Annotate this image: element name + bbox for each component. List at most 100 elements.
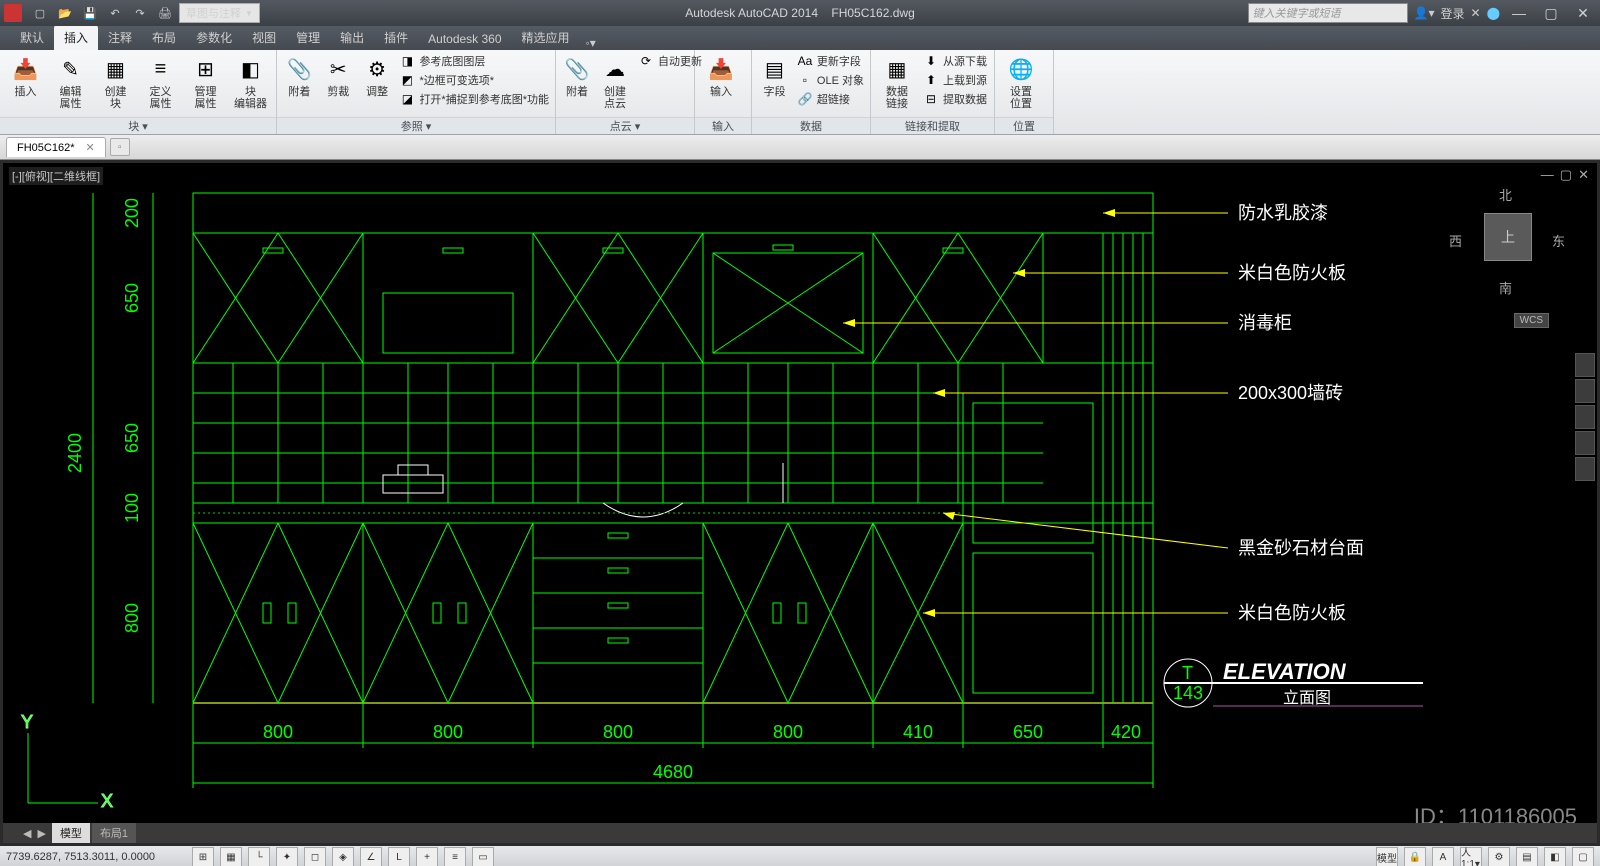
tab-parametric[interactable]: 参数化	[186, 25, 242, 50]
status-snap-icon[interactable]: ⊞	[192, 847, 214, 866]
ribbon-expand-icon[interactable]: ◦▾	[586, 36, 596, 50]
underlay-layers-button[interactable]: ◨参考底图图层	[397, 52, 551, 70]
insert-block-button[interactable]: 📥插入	[4, 52, 47, 100]
snap-underlay-button[interactable]: ◪打开*捕捉到参考底图*功能	[397, 90, 551, 108]
status-3dosnap-icon[interactable]: ◈	[332, 847, 354, 866]
login-button[interactable]: 登录	[1440, 5, 1464, 22]
nav-orbit-icon[interactable]	[1575, 431, 1595, 455]
panel-linking-title[interactable]: 链接和提取	[871, 117, 994, 134]
status-annoscale-icon[interactable]: 🔒	[1404, 847, 1426, 866]
compass-e[interactable]: 东	[1552, 231, 1565, 250]
status-hw-icon[interactable]: ▤	[1516, 847, 1538, 866]
infocenter-icon[interactable]: 👤▾	[1414, 6, 1435, 20]
status-grid-icon[interactable]: ▦	[220, 847, 242, 866]
layout-prev-icon[interactable]: ◀	[23, 827, 31, 840]
tab-output[interactable]: 输出	[330, 25, 374, 50]
exchange-icon[interactable]: ✕	[1471, 6, 1481, 20]
status-osnap-icon[interactable]: ◻	[304, 847, 326, 866]
autoupdate-button[interactable]: ⟳自动更新	[636, 52, 704, 70]
tab-annotate[interactable]: 注释	[98, 25, 142, 50]
coordinates[interactable]: 7739.6287, 7513.3011, 0.0000	[6, 851, 186, 863]
status-iso-icon[interactable]: ◧	[1544, 847, 1566, 866]
setloc-button[interactable]: 🌐设置 位置	[999, 52, 1043, 112]
ole-button[interactable]: ▫OLE 对象	[795, 71, 866, 89]
layout1-tab[interactable]: 布局1	[92, 823, 136, 843]
panel-reference-title[interactable]: 参照 ▾	[277, 117, 555, 134]
qat-save-icon[interactable]: 💾	[79, 4, 101, 22]
block-editor-button[interactable]: ◧块 编辑器	[229, 52, 272, 112]
attach-button[interactable]: 📎附着	[281, 52, 318, 100]
nav-wheel-icon[interactable]	[1575, 353, 1595, 377]
qat-redo-icon[interactable]: ↷	[129, 4, 151, 22]
panel-location-title[interactable]: 位置	[995, 117, 1053, 134]
search-input[interactable]: 键入关键字或短语	[1248, 3, 1408, 23]
panel-data-title[interactable]: 数据	[752, 117, 870, 134]
help-icon[interactable]: ⬤	[1487, 6, 1500, 20]
drawing-area[interactable]: [-][俯视][二维线框] — ▢ ✕ 知末 200 650 650 100 8…	[0, 160, 1600, 846]
adjust-button[interactable]: ⚙调整	[359, 52, 396, 100]
tab-manage[interactable]: 管理	[286, 25, 330, 50]
close-tab-icon[interactable]: ✕	[86, 142, 95, 154]
update-field-button[interactable]: Aa更新字段	[795, 52, 866, 70]
file-tab-active[interactable]: FH05C162* ✕	[6, 137, 106, 157]
tab-default[interactable]: 默认	[10, 25, 54, 50]
create-pc-button[interactable]: ☁创建 点云	[596, 52, 634, 112]
create-block-button[interactable]: ▦创建 块	[94, 52, 137, 112]
download-button[interactable]: ⬇从源下载	[921, 52, 989, 70]
panel-pointcloud-title[interactable]: 点云 ▾	[556, 117, 694, 134]
panel-block-title[interactable]: 块 ▾	[0, 117, 276, 134]
maximize-button[interactable]: ▢	[1538, 2, 1564, 24]
clip-button[interactable]: ✂剪裁	[320, 52, 357, 100]
field-button[interactable]: ▤字段	[756, 52, 793, 100]
nav-zoom-icon[interactable]	[1575, 405, 1595, 429]
define-attr-button[interactable]: ≡定义 属性	[139, 52, 182, 112]
tab-view[interactable]: 视图	[242, 25, 286, 50]
pc-attach-button[interactable]: 📎附着	[560, 52, 594, 100]
status-scalelist-icon[interactable]: 人1:1▾	[1460, 847, 1482, 866]
view-cube[interactable]: 北 西 东 南 上	[1447, 183, 1567, 303]
nav-pan-icon[interactable]	[1575, 379, 1595, 403]
status-ws-icon[interactable]: ⚙	[1488, 847, 1510, 866]
tab-layout[interactable]: 布局	[142, 25, 186, 50]
frames-button[interactable]: ◩*边框可变选项*	[397, 71, 551, 89]
qat-undo-icon[interactable]: ↶	[104, 4, 126, 22]
status-ortho-icon[interactable]: └	[248, 847, 270, 866]
status-model-icon[interactable]: 模型	[1376, 847, 1398, 866]
compass-w[interactable]: 西	[1449, 231, 1462, 250]
status-otrack-icon[interactable]: ∠	[360, 847, 382, 866]
status-clean-icon[interactable]: ▢	[1572, 847, 1594, 866]
edit-attr-button[interactable]: ✎编辑 属性	[49, 52, 92, 112]
qat-print-icon[interactable]: 🖨	[154, 4, 176, 22]
import-button[interactable]: 📥输入	[699, 52, 743, 100]
nav-showmotion-icon[interactable]	[1575, 457, 1595, 481]
new-tab-button[interactable]: ▫	[110, 138, 130, 156]
layout-next-icon[interactable]: ▶	[37, 827, 45, 840]
status-annovis-icon[interactable]: A	[1432, 847, 1454, 866]
manage-attr-button[interactable]: ⊞管理 属性	[184, 52, 227, 112]
wcs-label[interactable]: WCS	[1514, 313, 1549, 328]
compass-n[interactable]: 北	[1499, 185, 1512, 204]
status-ducs-icon[interactable]: L	[388, 847, 410, 866]
status-polar-icon[interactable]: ✦	[276, 847, 298, 866]
cube-face[interactable]: 上	[1484, 213, 1532, 261]
tab-featured[interactable]: 精选应用	[512, 25, 580, 50]
close-button[interactable]: ✕	[1570, 2, 1596, 24]
qat-new-icon[interactable]: ▢	[29, 4, 51, 22]
status-lwt-icon[interactable]: ≡	[444, 847, 466, 866]
app-icon[interactable]	[4, 4, 22, 22]
workspace-dropdown[interactable]: 草图与注释 ▼	[179, 3, 260, 23]
upload-button[interactable]: ⬆上载到源	[921, 71, 989, 89]
compass-s[interactable]: 南	[1499, 278, 1512, 297]
hyperlink-button[interactable]: 🔗超链接	[795, 90, 866, 108]
tab-a360[interactable]: Autodesk 360	[418, 28, 511, 50]
tab-insert[interactable]: 插入	[54, 25, 98, 50]
status-tpy-icon[interactable]: ▭	[472, 847, 494, 866]
extract-button[interactable]: ⊟提取数据	[921, 90, 989, 108]
qat-open-icon[interactable]: 📂	[54, 4, 76, 22]
tab-addins[interactable]: 插件	[374, 25, 418, 50]
datalink-button[interactable]: ▦数据 链接	[875, 52, 919, 112]
model-tab[interactable]: 模型	[52, 823, 90, 843]
status-dyn-icon[interactable]: +	[416, 847, 438, 866]
panel-import-title[interactable]: 输入	[695, 117, 751, 134]
minimize-button[interactable]: —	[1506, 2, 1532, 24]
